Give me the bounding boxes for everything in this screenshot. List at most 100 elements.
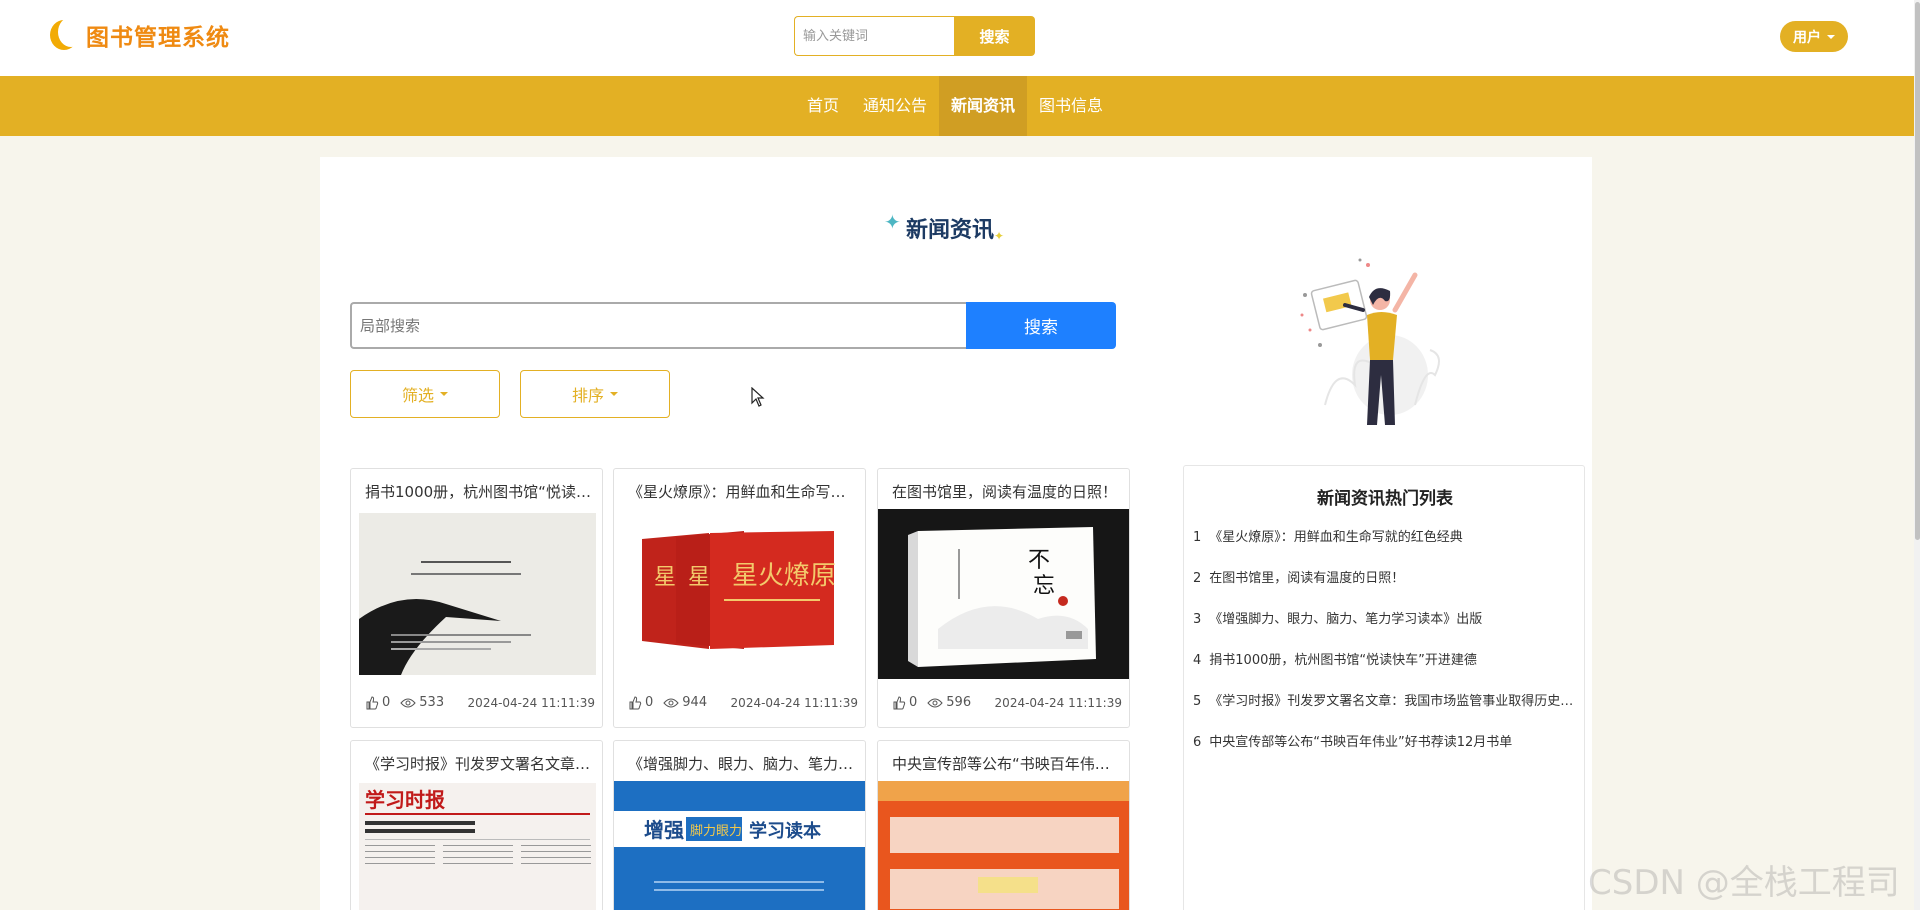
- hot-list-item[interactable]: 3 《增强脚力、眼力、脑力、笔力学习读本》出版: [1193, 608, 1578, 627]
- view-count-value: 944: [682, 695, 708, 710]
- news-card-image[interactable]: 学习时报: [351, 781, 602, 910]
- top-header: 图书管理系统 搜索 用户: [0, 0, 1920, 76]
- local-search-input[interactable]: [350, 302, 966, 349]
- hot-list-title: 新闻资讯热门列表: [1317, 489, 1453, 509]
- app-title: 图书管理系统: [86, 25, 230, 51]
- news-card[interactable]: 在图书馆里，阅读有温度的日照！ 不 忘 0 596 2024-04-24 11:…: [877, 468, 1130, 728]
- news-card-title[interactable]: 在图书馆里，阅读有温度的日照！: [892, 481, 1118, 502]
- news-card[interactable]: 《学习时报》刊发罗文署名文章：我国市场监管事业取得历史性成就 学习时报: [350, 740, 603, 910]
- hot-list-rank: 2: [1193, 571, 1202, 586]
- svg-text:增强: 增强: [644, 818, 684, 842]
- hot-list-rank: 6: [1193, 735, 1202, 750]
- sort-dropdown-button[interactable]: 排序: [520, 370, 670, 418]
- hot-list-rank: 3: [1193, 612, 1202, 627]
- eye-icon: [400, 698, 416, 707]
- svg-text:星: 星: [688, 565, 710, 590]
- news-card-image[interactable]: [351, 509, 602, 679]
- moon-icon: [48, 17, 84, 52]
- hot-news-list: 新闻资讯热门列表 1 《星火燎原》：用鲜血和生命写就的红色经典 2 在图书馆里，阅读…: [1183, 465, 1585, 910]
- main-nav: 首页 通知公告 新闻资讯 图书信息: [0, 76, 1914, 136]
- header-search-button[interactable]: 搜索: [954, 16, 1035, 56]
- hot-list-item[interactable]: 2 在图书馆里，阅读有温度的日照！: [1193, 567, 1578, 586]
- svg-text:学习读本: 学习读本: [749, 820, 821, 842]
- nav-item-books[interactable]: 图书信息: [1027, 76, 1115, 136]
- hot-list-item-text: 《学习时报》刊发罗文署名文章：我国市场监管事业取得历史性成就: [1209, 694, 1578, 709]
- local-search: 搜索: [350, 302, 1116, 349]
- like-count-value: 0: [382, 695, 391, 710]
- news-card[interactable]: 捐书1000册，杭州图书馆“悦读快车”开进建德 0 533 2024-04-24…: [350, 468, 603, 728]
- news-card-title[interactable]: 中央宣传部等公布“书映百年伟业”好书荐读12月书单: [892, 753, 1118, 774]
- news-card-meta: 0 533 2024-04-24 11:11:39: [365, 695, 595, 710]
- thumbs-up-icon: [366, 695, 379, 709]
- svg-text:学习时报: 学习时报: [365, 788, 445, 812]
- hot-list-rank: 4: [1193, 653, 1202, 668]
- header-search-input[interactable]: [794, 16, 954, 56]
- news-card-image[interactable]: 不 忘: [878, 509, 1129, 679]
- news-card-meta: 0 596 2024-04-24 11:11:39: [892, 695, 1122, 710]
- eye-icon: [663, 698, 679, 707]
- sparkle-dot-icon: ✦: [994, 229, 1005, 243]
- news-card-title[interactable]: 《星火燎原》：用鲜血和生命写就的红色经典: [628, 481, 854, 502]
- thumbs-up-icon: [893, 695, 906, 709]
- like-count[interactable]: 0: [628, 695, 653, 710]
- reading-woman-illustration: [1300, 258, 1440, 425]
- news-card[interactable]: 《星火燎原》：用鲜血和生命写就的红色经典 星火燎原 星 星 0 944 2024…: [613, 468, 866, 728]
- news-card-date: 2024-04-24 11:11:39: [467, 695, 595, 710]
- like-count-value: 0: [645, 695, 654, 710]
- sort-label: 排序: [571, 386, 604, 405]
- sparkle-icon: ✦: [884, 210, 901, 234]
- hot-list-rank: 1: [1193, 530, 1202, 545]
- news-card-meta: 0 944 2024-04-24 11:11:39: [628, 695, 858, 710]
- eye-icon: [927, 698, 943, 707]
- svg-text:脚力眼力: 脚力眼力: [690, 823, 742, 839]
- hot-list-item-text: 《增强脚力、眼力、脑力、笔力学习读本》出版: [1209, 612, 1483, 627]
- news-card-date: 2024-04-24 11:11:39: [730, 695, 858, 710]
- view-count: 596: [927, 695, 971, 710]
- page-title-text: 新闻资讯: [906, 218, 995, 243]
- view-count: 533: [400, 695, 444, 710]
- caret-down-icon: [440, 392, 448, 396]
- hot-list-item-text: 中央宣传部等公布“书映百年伟业”好书荐读12月书单: [1209, 735, 1513, 750]
- caret-down-icon: [610, 392, 618, 396]
- hot-list-item-text: 在图书馆里，阅读有温度的日照！: [1209, 571, 1405, 586]
- header-search: 搜索: [794, 16, 1035, 56]
- page-title: ✦ 新闻资讯 ✦: [884, 212, 1004, 244]
- news-card[interactable]: 《增强脚力、眼力、脑力、笔力学习读本》出版 增强 脚力眼力 学习读本: [613, 740, 866, 910]
- hot-list-item[interactable]: 4 捐书1000册，杭州图书馆“悦读快车”开进建德: [1193, 649, 1578, 668]
- news-card[interactable]: 中央宣传部等公布“书映百年伟业”好书荐读12月书单: [877, 740, 1130, 910]
- news-card-image[interactable]: 增强 脚力眼力 学习读本: [614, 781, 865, 910]
- nav-item-notices[interactable]: 通知公告: [851, 76, 939, 136]
- hot-list-rank: 5: [1193, 694, 1202, 709]
- like-count[interactable]: 0: [365, 695, 390, 710]
- like-count[interactable]: 0: [892, 695, 917, 710]
- nav-item-home[interactable]: 首页: [795, 76, 851, 136]
- user-menu-label: 用户: [1793, 29, 1821, 46]
- nav-item-news[interactable]: 新闻资讯: [939, 76, 1028, 136]
- app-logo[interactable]: 图书管理系统: [48, 17, 230, 52]
- hot-list-item-text: 《星火燎原》：用鲜血和生命写就的红色经典: [1209, 530, 1463, 545]
- page-scrollbar-thumb[interactable]: [1915, 2, 1920, 540]
- hot-list-item[interactable]: 6 中央宣传部等公布“书映百年伟业”好书荐读12月书单: [1193, 731, 1578, 750]
- filter-dropdown-button[interactable]: 筛选: [350, 370, 500, 418]
- news-card-title[interactable]: 捐书1000册，杭州图书馆“悦读快车”开进建德: [365, 481, 591, 502]
- local-search-button[interactable]: 搜索: [966, 302, 1116, 349]
- svg-text:不: 不: [1028, 548, 1050, 573]
- news-card-image[interactable]: 星火燎原 星 星: [614, 509, 865, 679]
- mouse-cursor-icon: [751, 387, 765, 407]
- csdn-watermark: CSDN @全栈工程司: [1588, 863, 1900, 903]
- hot-list-item-text: 捐书1000册，杭州图书馆“悦读快车”开进建德: [1209, 653, 1477, 668]
- hot-list-item[interactable]: 5 《学习时报》刊发罗文署名文章：我国市场监管事业取得历史性成就: [1193, 690, 1578, 709]
- like-count-value: 0: [909, 695, 918, 710]
- view-count: 944: [663, 695, 707, 710]
- news-card-title[interactable]: 《学习时报》刊发罗文署名文章：我国市场监管事业取得历史性成就: [365, 753, 591, 774]
- hot-list-item[interactable]: 1 《星火燎原》：用鲜血和生命写就的红色经典: [1193, 526, 1578, 545]
- nav-items: 首页 通知公告 新闻资讯 图书信息: [795, 76, 1115, 136]
- thumbs-up-icon: [629, 695, 642, 709]
- user-menu-button[interactable]: 用户: [1780, 21, 1848, 52]
- svg-text:忘: 忘: [1033, 574, 1055, 599]
- news-card-title[interactable]: 《增强脚力、眼力、脑力、笔力学习读本》出版: [628, 753, 854, 774]
- news-card-image[interactable]: [878, 781, 1129, 910]
- view-count-value: 533: [419, 695, 445, 710]
- svg-text:星火燎原: 星火燎原: [732, 561, 836, 591]
- svg-text:星: 星: [654, 565, 676, 590]
